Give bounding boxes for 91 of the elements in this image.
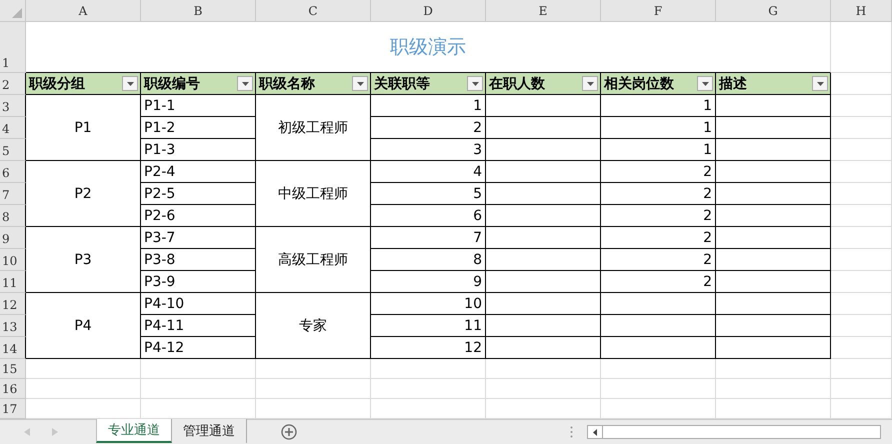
table-cell: 2: [601, 249, 716, 271]
table-cell: P4-12: [141, 337, 256, 359]
column-header[interactable]: A: [26, 0, 141, 22]
table-cell: 1: [601, 95, 716, 117]
caret-icon: [816, 82, 824, 86]
table-cell: 4: [371, 161, 486, 183]
horizontal-scrollbar[interactable]: [587, 425, 881, 439]
table-cell: P2-5: [141, 183, 256, 205]
row-header[interactable]: 14: [0, 337, 26, 359]
table-cell: 6: [371, 205, 486, 227]
table-cell: 5: [371, 183, 486, 205]
header-label: 职级分组: [29, 74, 85, 92]
table-cell: P3-8: [141, 249, 256, 271]
row-header[interactable]: 6: [0, 161, 26, 183]
table-cell: 2: [601, 227, 716, 249]
table-cell: 12: [371, 337, 486, 359]
row-header[interactable]: 11: [0, 271, 26, 293]
column-header[interactable]: H: [831, 0, 892, 22]
header-label: 职级编号: [144, 74, 200, 92]
table-cell: 2: [601, 205, 716, 227]
row-header[interactable]: 3: [0, 95, 26, 117]
filter-dropdown-button[interactable]: [812, 76, 828, 91]
table-cell: 1: [601, 117, 716, 139]
sheet-tab[interactable]: 管理通道: [172, 419, 247, 443]
row-header[interactable]: 17: [0, 399, 26, 419]
header-label: 关联职等: [374, 74, 430, 92]
header-label: 描述: [719, 74, 747, 92]
row-header[interactable]: 8: [0, 205, 26, 227]
filter-dropdown-button[interactable]: [582, 76, 598, 91]
table-cell: P3-7: [141, 227, 256, 249]
row-header[interactable]: 16: [0, 379, 26, 399]
row-header[interactable]: 12: [0, 293, 26, 315]
filter-dropdown-button[interactable]: [122, 76, 138, 91]
table-cell: 1: [371, 95, 486, 117]
table-cell: P4-11: [141, 315, 256, 337]
row-header[interactable]: 15: [0, 359, 26, 379]
row-header[interactable]: 7: [0, 183, 26, 205]
column-header[interactable]: B: [141, 0, 256, 22]
header-label: 相关岗位数: [604, 74, 674, 92]
plus-icon: [281, 424, 297, 440]
row-header[interactable]: 4: [0, 117, 26, 139]
table-cell: 10: [371, 293, 486, 315]
row-header[interactable]: 9: [0, 227, 26, 249]
header-label: 在职人数: [489, 74, 545, 92]
row-header[interactable]: 10: [0, 249, 26, 271]
column-header[interactable]: E: [486, 0, 601, 22]
caret-icon: [242, 82, 248, 86]
table-cell: 专家: [256, 293, 371, 359]
table-cell: 高级工程师: [256, 227, 371, 293]
row-header[interactable]: 13: [0, 315, 26, 337]
caret-icon: [472, 82, 478, 86]
caret-icon: [126, 82, 134, 86]
scroll-left-icon[interactable]: [593, 428, 597, 436]
row-header[interactable]: 2: [0, 73, 26, 95]
filter-dropdown-button[interactable]: [237, 76, 253, 91]
table-cell: 11: [371, 315, 486, 337]
table-cell: P4-10: [141, 293, 256, 315]
splitter-handle-icon[interactable]: [570, 426, 573, 438]
filter-dropdown-button[interactable]: [697, 76, 713, 91]
table-cell: 初级工程师: [256, 95, 371, 161]
table-cell: 2: [371, 117, 486, 139]
row-header[interactable]: 1: [0, 22, 26, 73]
add-sheet-button[interactable]: [281, 424, 297, 440]
table-cell: 3: [371, 139, 486, 161]
table-cell: 8: [371, 249, 486, 271]
column-header[interactable]: F: [601, 0, 716, 22]
caret-icon: [702, 82, 708, 86]
table-cell: 2: [601, 183, 716, 205]
sheet-title: 职级演示: [390, 36, 466, 58]
caret-icon: [356, 82, 364, 86]
table-cell: P1-3: [141, 139, 256, 161]
filter-dropdown-button[interactable]: [352, 76, 368, 91]
table-cell: P1-2: [141, 117, 256, 139]
row-header[interactable]: 5: [0, 139, 26, 161]
table-cell: 7: [371, 227, 486, 249]
column-header[interactable]: C: [256, 0, 371, 22]
table-cell: P1-1: [141, 95, 256, 117]
header-label: 职级名称: [259, 74, 315, 92]
table-cell: P2-6: [141, 205, 256, 227]
table-cell: P2-4: [141, 161, 256, 183]
column-header[interactable]: D: [371, 0, 486, 22]
table-cell: 中级工程师: [256, 161, 371, 227]
column-header[interactable]: G: [716, 0, 831, 22]
table-cell: 9: [371, 271, 486, 293]
table-cell: 2: [601, 161, 716, 183]
table-cell: 2: [601, 271, 716, 293]
sheet-tab[interactable]: 专业通道: [96, 419, 172, 443]
caret-icon: [586, 82, 594, 86]
table-cell: P3-9: [141, 271, 256, 293]
filter-dropdown-button[interactable]: [467, 76, 483, 91]
table-cell: 1: [601, 139, 716, 161]
